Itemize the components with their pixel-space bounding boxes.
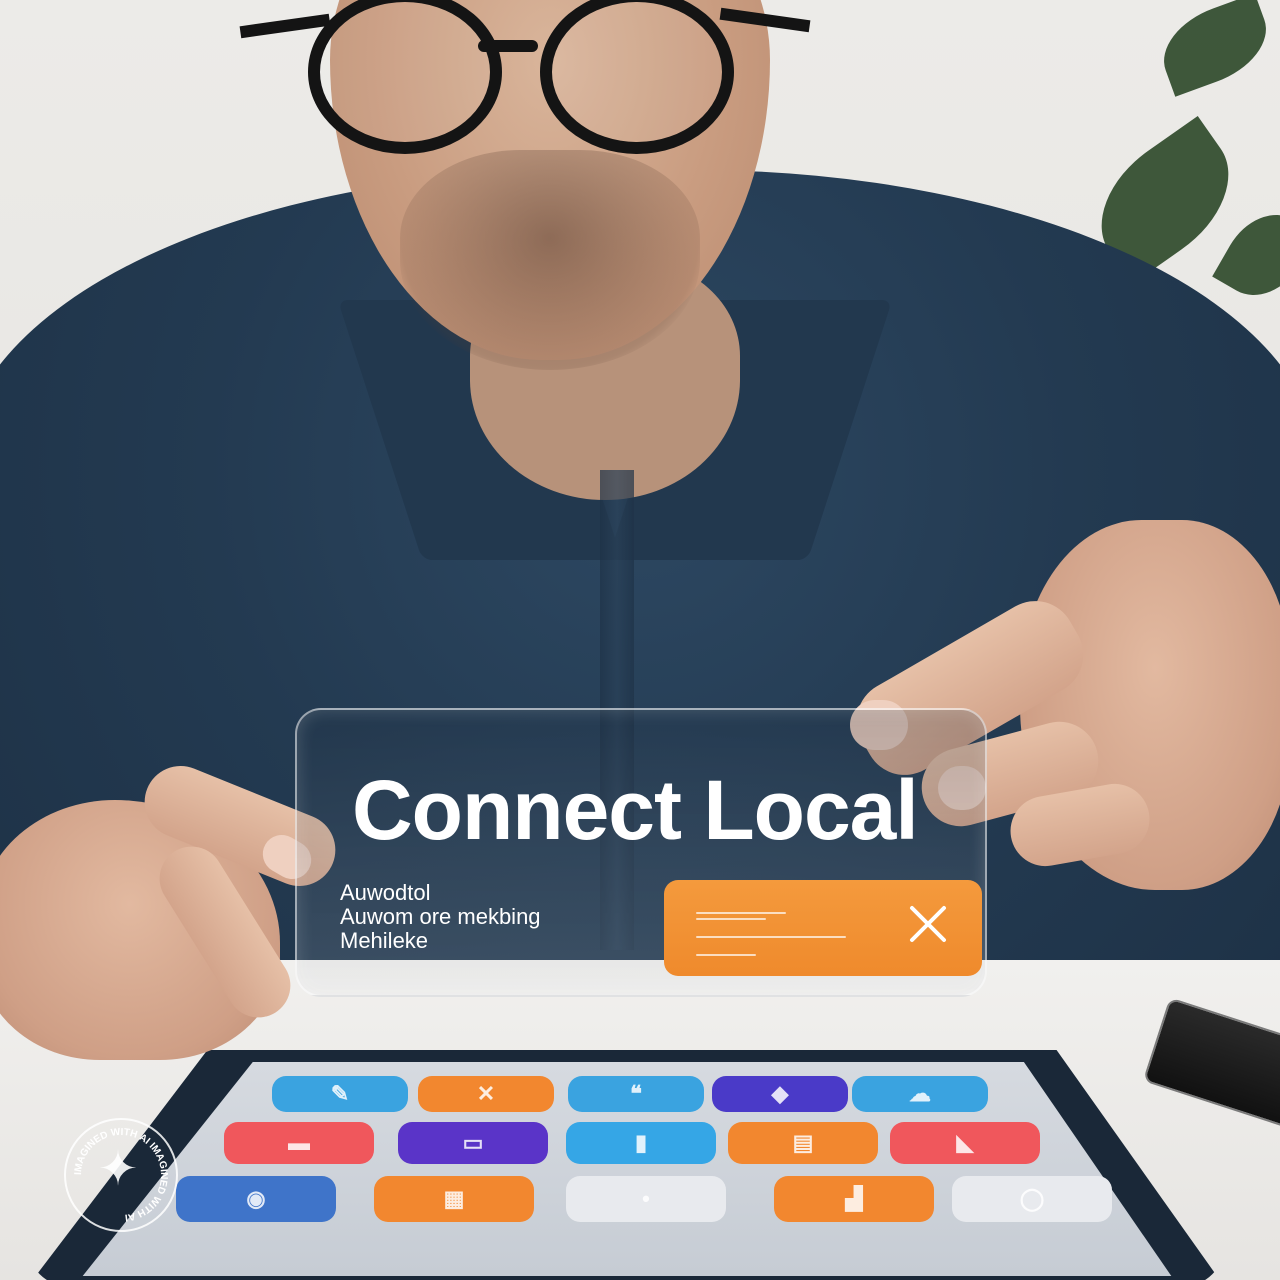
app-icon[interactable]: ✎ [272, 1076, 408, 1112]
app-icon[interactable]: ▤ [728, 1122, 878, 1164]
app-icon[interactable]: • [566, 1176, 726, 1222]
app-icon[interactable]: ◉ [176, 1176, 336, 1222]
button-text-line [696, 954, 756, 956]
app-icon[interactable]: ◣ [890, 1122, 1040, 1164]
app-icon[interactable]: ◆ [712, 1076, 848, 1112]
app-icon[interactable]: ▟ [774, 1176, 934, 1222]
card-line-1: Auwodtol [340, 880, 431, 905]
card-line-2: Auwom ore mekbing [340, 904, 541, 929]
app-icon[interactable]: ✕ [418, 1076, 554, 1112]
beard [400, 150, 700, 370]
card-title: Connect Local [352, 763, 919, 857]
app-icon[interactable]: ◯ [952, 1176, 1112, 1222]
photo-scene: ✎ ✕ ❝ ◆ ☁ ▬ ▭ ▮ ▤ ◣ ◉ ▦ • ▟ ◯ Connect Local Auwodtol A… [0, 0, 1280, 1280]
app-icon[interactable]: ▮ [566, 1122, 716, 1164]
button-text-line [696, 936, 846, 938]
app-icon[interactable]: ▬ [224, 1122, 374, 1164]
sparkle-icon: ✦ [97, 1143, 139, 1196]
glasses-bridge [478, 40, 538, 52]
app-icon[interactable]: ☁ [852, 1076, 988, 1112]
card-line-3: Mehileke [340, 928, 429, 953]
close-icon[interactable] [906, 902, 950, 946]
app-icon[interactable]: ▦ [374, 1176, 534, 1222]
button-text-line [696, 918, 766, 920]
app-icon[interactable]: ▭ [398, 1122, 548, 1164]
app-icon[interactable]: ❝ [568, 1076, 704, 1112]
button-text-line [696, 912, 786, 914]
